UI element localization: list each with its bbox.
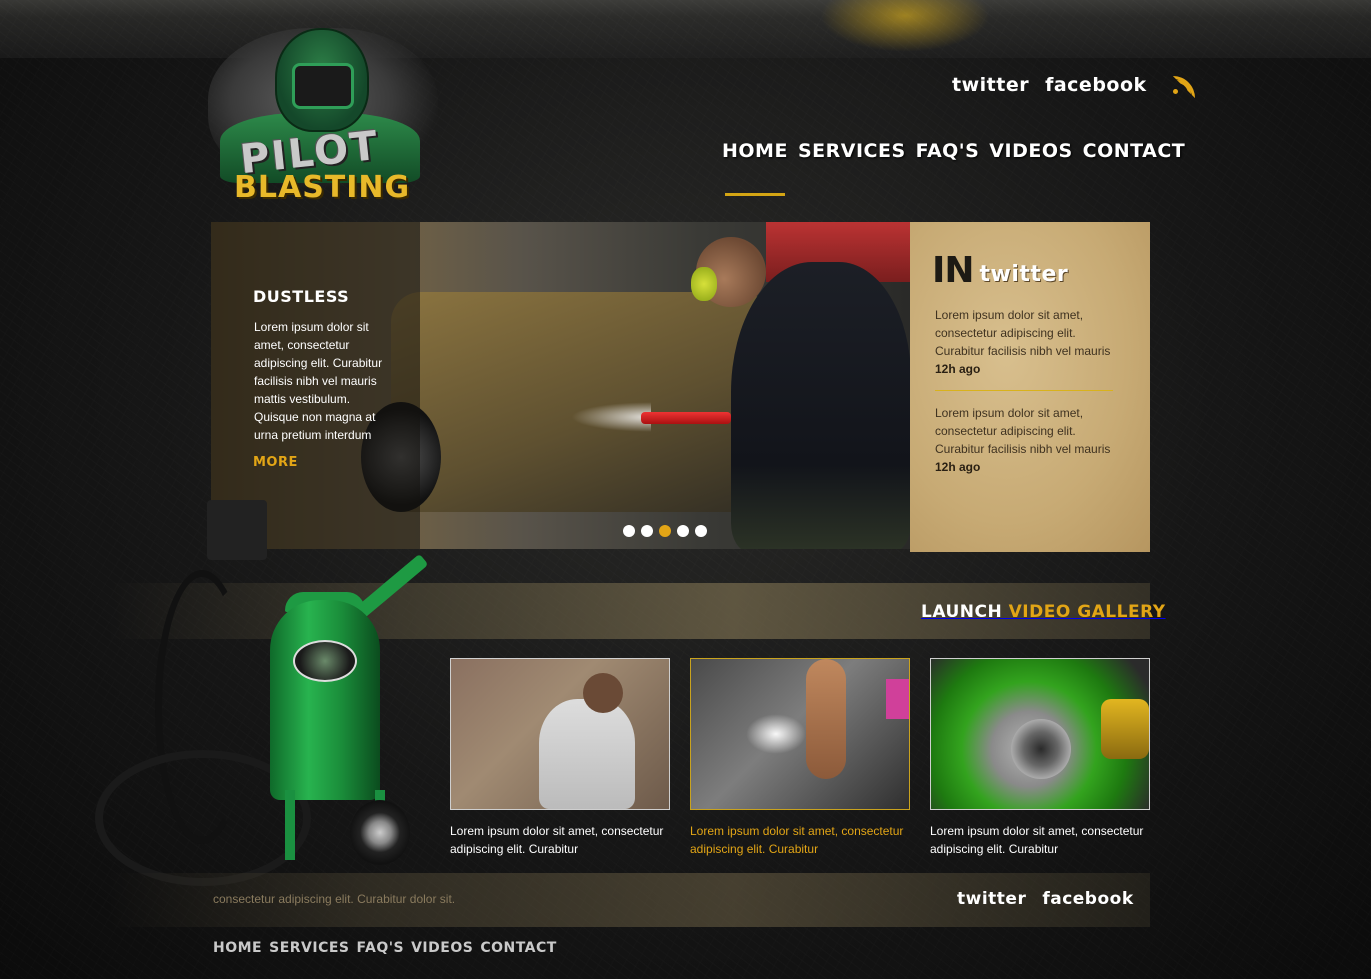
twitter-panel: IN twitter Lorem ipsum dolor sit amet, c…	[910, 222, 1150, 552]
video-thumb-active[interactable]: Lorem ipsum dolor sit amet, consectetur …	[690, 658, 910, 858]
video-caption[interactable]: Lorem ipsum dolor sit amet, consectetur …	[930, 822, 1150, 858]
tweet-time: 12h ago	[935, 362, 981, 376]
tweet-text: Lorem ipsum dolor sit amet, consectetur …	[935, 406, 1111, 456]
slider-dot[interactable]	[623, 525, 635, 537]
twitter-panel-in: IN	[932, 250, 975, 291]
logo-text-blasting: BLASTING	[234, 170, 411, 205]
slider-dot-active[interactable]	[659, 525, 671, 537]
video-gallery-text: VIDEO GALLERY	[1008, 602, 1166, 622]
footer-nav: HOME SERVICES FAQ'S VIDEOS CONTACT	[213, 940, 557, 956]
slide-title: DUSTLESS	[253, 287, 350, 306]
nav-videos[interactable]: VIDEOS	[989, 140, 1072, 162]
machine-badge	[293, 640, 357, 682]
slide-earmuff	[691, 267, 717, 301]
facebook-link[interactable]: facebook	[1045, 74, 1147, 96]
nav-contact[interactable]: CONTACT	[1083, 140, 1186, 162]
slide-spray	[571, 402, 651, 432]
more-link[interactable]: MORE	[253, 455, 298, 470]
rss-icon[interactable]	[1172, 76, 1195, 98]
slider-dot[interactable]	[641, 525, 653, 537]
nav-services[interactable]: SERVICES	[798, 140, 906, 162]
main-nav: HOME SERVICES FAQ'S VIDEOS CONTACT	[722, 140, 1185, 162]
visor-icon	[292, 63, 354, 109]
nav-active-indicator	[725, 193, 785, 196]
video-thumbnail-image[interactable]	[690, 658, 910, 810]
slider-dot[interactable]	[677, 525, 689, 537]
twitter-panel-twitter: twitter	[979, 262, 1069, 287]
footer-nav-home[interactable]: HOME	[213, 940, 262, 956]
machine-valve	[207, 500, 267, 560]
twitter-link[interactable]: twitter	[952, 74, 1029, 96]
site-logo[interactable]: PILOT BLASTING	[200, 18, 445, 208]
video-caption[interactable]: Lorem ipsum dolor sit amet, consectetur …	[450, 822, 670, 858]
slide-worker	[731, 262, 910, 549]
twitter-panel-title: IN twitter	[932, 250, 1068, 291]
machine-wheel	[350, 800, 410, 865]
video-thumbnail-image[interactable]	[450, 658, 670, 810]
launch-video-gallery-link[interactable]: LAUNCH VIDEO GALLERY	[921, 602, 1166, 622]
nav-faqs[interactable]: FAQ'S	[916, 140, 980, 162]
slider-dot[interactable]	[695, 525, 707, 537]
tweet-divider	[935, 390, 1113, 391]
slider-dots	[623, 525, 707, 537]
video-thumb[interactable]: Lorem ipsum dolor sit amet, consectetur …	[930, 658, 1150, 858]
slide-nozzle	[641, 412, 731, 424]
slide-text: Lorem ipsum dolor sit amet, consectetur …	[254, 320, 383, 442]
header-social: twitter facebook	[952, 74, 1195, 98]
machine-tank	[270, 600, 380, 800]
tweet-time: 12h ago	[935, 460, 981, 474]
footer-social: twitter facebook	[957, 889, 1134, 909]
footer-text: consectetur adipiscing elit. Curabitur d…	[213, 892, 456, 906]
footer-nav-contact[interactable]: CONTACT	[480, 940, 557, 956]
footer-facebook-link[interactable]: facebook	[1042, 889, 1133, 909]
tweet: Lorem ipsum dolor sit amet, consectetur …	[935, 306, 1120, 378]
footer-nav-services[interactable]: SERVICES	[269, 940, 349, 956]
footer-nav-faqs[interactable]: FAQ'S	[357, 940, 405, 956]
video-thumbnail-image[interactable]	[930, 658, 1150, 810]
video-gallery: Lorem ipsum dolor sit amet, consectetur …	[450, 658, 1150, 858]
nav-home[interactable]: HOME	[722, 140, 788, 162]
blaster-machine-image	[95, 500, 435, 890]
launch-text: LAUNCH	[921, 602, 1003, 622]
tweet-text: Lorem ipsum dolor sit amet, consectetur …	[935, 308, 1111, 358]
video-caption[interactable]: Lorem ipsum dolor sit amet, consectetur …	[690, 822, 910, 858]
tweet: Lorem ipsum dolor sit amet, consectetur …	[935, 404, 1120, 476]
footer-nav-videos[interactable]: VIDEOS	[411, 940, 473, 956]
footer-twitter-link[interactable]: twitter	[957, 889, 1026, 909]
video-thumb[interactable]: Lorem ipsum dolor sit amet, consectetur …	[450, 658, 670, 858]
